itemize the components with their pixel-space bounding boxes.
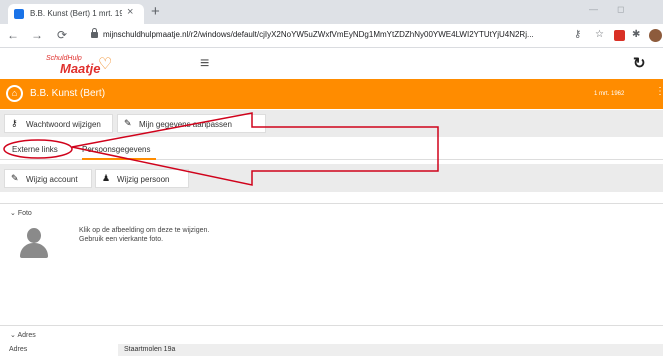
person-edit-icon: ♟ — [102, 173, 111, 183]
address-section-divider — [0, 325, 663, 326]
refresh-icon[interactable]: ↻ — [633, 54, 646, 72]
new-tab-icon[interactable]: + — [151, 3, 160, 20]
logo-heart-icon: ♡ — [98, 56, 113, 73]
address-section-title: Adres — [17, 332, 36, 339]
photo-section-title: Foto — [17, 210, 32, 217]
active-tab-indicator — [82, 158, 156, 160]
edit-my-details-label: Mijn gegevens aanpassen — [139, 120, 232, 129]
extensions-puzzle-icon[interactable]: ✱ — [632, 29, 640, 40]
minimize-icon[interactable]: — — [589, 4, 598, 14]
more-options-icon[interactable]: ⋮ — [655, 86, 663, 97]
photo-section-header[interactable]: ⌄ Foto — [10, 209, 32, 217]
forward-arrow-icon[interactable]: → — [31, 28, 43, 42]
edit-person-label: Wijzig persoon — [117, 175, 170, 184]
edit-document-icon: ✎ — [124, 118, 132, 128]
edit-account-button[interactable]: ✎ Wijzig account — [4, 169, 92, 188]
edit-my-details-button[interactable]: ✎ Mijn gegevens aanpassen — [117, 114, 266, 133]
address-section-header[interactable]: ⌄ Adres — [10, 331, 36, 339]
client-bar: ⌂ B.B. Kunst (Bert) 1 mrt. 1962 ⋮ — [0, 79, 663, 109]
browser-tab[interactable]: B.B. Kunst (Bert) 1 mrt. 1962 - Sc × — [8, 4, 144, 24]
client-name: B.B. Kunst (Bert) — [30, 88, 106, 99]
photo-hint-line-2: Gebruik een vierkante foto. — [79, 236, 164, 243]
site-favicon-icon — [14, 9, 24, 19]
browser-tab-strip: B.B. Kunst (Bert) 1 mrt. 1962 - Sc × + —… — [0, 0, 663, 24]
tab-personal-details[interactable]: Persoonsgegevens — [82, 145, 151, 154]
edit-person-button[interactable]: ♟ Wijzig persoon — [95, 169, 189, 188]
app-header: SchuldHulp Maatje ♡ ≡ ↻ — [0, 49, 663, 79]
page: B.B. Kunst (Bert) 1 mrt. 1962 - Sc × + —… — [0, 0, 663, 356]
back-arrow-icon[interactable]: ← — [7, 28, 19, 42]
address-bar[interactable]: mijnschuldhulpmaatje.nl/r2/windows/defau… — [103, 30, 571, 39]
photo-section-divider — [0, 203, 663, 204]
maximize-icon[interactable]: ◻ — [617, 4, 624, 15]
pencil-icon: ✎ — [11, 173, 19, 183]
edit-actions-bar: ✎ Wijzig account ♟ Wijzig persoon — [0, 164, 663, 192]
schuldhulpmaatje-logo[interactable]: SchuldHulp Maatje ♡ — [46, 54, 118, 76]
close-tab-icon[interactable]: × — [127, 6, 133, 18]
detail-tabs: Externe links Persoonsgegevens — [0, 138, 663, 160]
browser-toolbar: ← → ⟳ mijnschuldhulpmaatje.nl/r2/windows… — [0, 24, 663, 48]
client-birth-date: 1 mrt. 1962 — [594, 91, 625, 97]
person-head — [27, 228, 41, 243]
bookmark-star-icon[interactable]: ☆ — [595, 29, 604, 40]
profile-photo-placeholder[interactable] — [20, 228, 48, 258]
hamburger-menu-icon[interactable]: ≡ — [200, 55, 209, 73]
profile-avatar-icon[interactable] — [649, 29, 662, 42]
address-field-label: Adres — [9, 346, 28, 353]
address-field-value: Staartmolen 19a — [118, 344, 663, 356]
change-password-button[interactable]: ⚷ Wachtwoord wijzigen — [4, 114, 113, 133]
edit-account-label: Wijzig account — [26, 175, 78, 184]
key-icon[interactable]: ⚷ — [574, 29, 581, 40]
home-icon[interactable]: ⌂ — [6, 85, 23, 102]
tab-external-links[interactable]: Externe links — [12, 145, 58, 154]
chevron-down-icon: ⌄ — [10, 210, 18, 217]
photo-hint-line-1: Klik op de afbeelding om deze te wijzige… — [79, 227, 210, 234]
key-icon: ⚷ — [11, 118, 18, 128]
lock-icon[interactable] — [91, 28, 98, 38]
person-body — [20, 243, 48, 258]
logo-text-main: Maatje — [60, 61, 101, 76]
account-actions-bar: ⚷ Wachtwoord wijzigen ✎ Mijn gegevens aa… — [0, 110, 663, 137]
browser-tab-title: B.B. Kunst (Bert) 1 mrt. 1962 - Sc — [30, 9, 122, 18]
pdf-extension-icon[interactable] — [614, 30, 625, 41]
reload-icon[interactable]: ⟳ — [57, 28, 67, 42]
change-password-label: Wachtwoord wijzigen — [26, 120, 101, 129]
